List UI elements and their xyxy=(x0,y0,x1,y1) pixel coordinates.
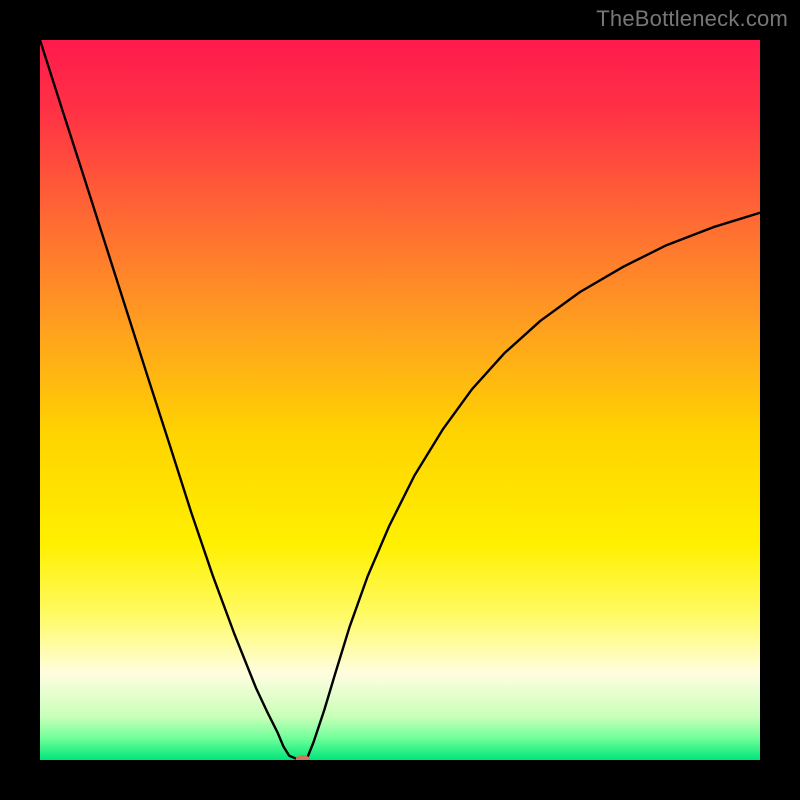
watermark-text: TheBottleneck.com xyxy=(596,6,788,32)
bottleneck-chart xyxy=(40,40,760,760)
gradient-background xyxy=(40,40,760,760)
chart-frame: TheBottleneck.com xyxy=(0,0,800,800)
